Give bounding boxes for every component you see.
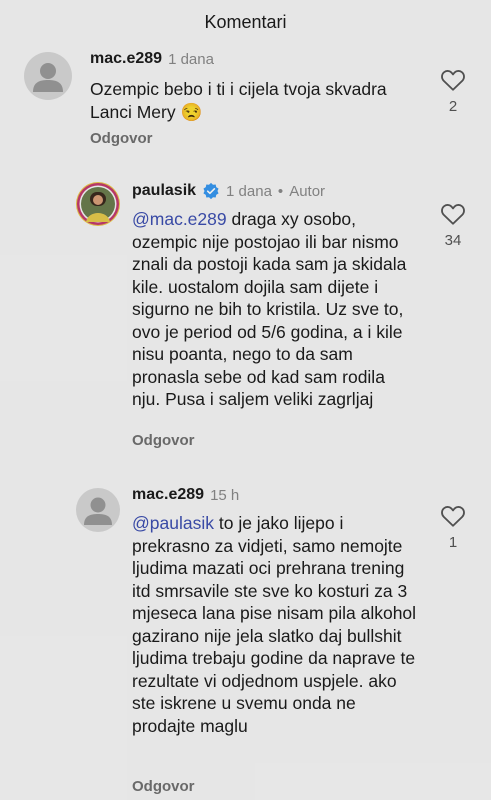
comment-text: @paulasik to je jako lijepo i prekrasno … bbox=[132, 513, 417, 736]
comment-text: Ozempic bebo i ti i cijela tvoja skvadra… bbox=[90, 79, 387, 122]
reply-button[interactable]: Odgovor bbox=[132, 432, 195, 449]
timestamp: 15 h bbox=[210, 486, 240, 504]
username[interactable]: paulasik bbox=[132, 182, 196, 200]
timestamp: 1 dana bbox=[168, 50, 214, 68]
heart-icon bbox=[441, 506, 465, 527]
comment-text: @mac.e289 draga xy osobo, ozempic nije p… bbox=[132, 209, 407, 409]
avatar[interactable] bbox=[76, 488, 120, 532]
username[interactable]: mac.e289 bbox=[90, 50, 162, 68]
mention-link[interactable]: @mac.e289 bbox=[132, 209, 227, 229]
reply-button[interactable]: Odgovor bbox=[90, 130, 153, 147]
avatar[interactable] bbox=[76, 182, 120, 226]
like-button[interactable]: 34 bbox=[438, 202, 468, 249]
heart-icon bbox=[441, 70, 465, 91]
author-label: Autor bbox=[289, 182, 326, 200]
avatar[interactable] bbox=[24, 52, 72, 100]
mention-link[interactable]: @paulasik bbox=[132, 513, 214, 533]
reply-button[interactable]: Odgovor bbox=[132, 778, 195, 795]
timestamp: 1 dana bbox=[226, 182, 272, 200]
like-count: 1 bbox=[448, 534, 458, 551]
like-button[interactable]: 1 bbox=[438, 504, 468, 551]
verified-badge-icon bbox=[203, 182, 219, 200]
comment-1: mac.e289 1 dana Ozempic bebo i ti i cije… bbox=[0, 0, 491, 170]
comment-3: mac.e289 15 h @paulasik to je jako lijep… bbox=[0, 480, 491, 800]
separator-dot: • bbox=[277, 182, 284, 200]
like-count: 34 bbox=[444, 232, 462, 249]
like-count: 2 bbox=[448, 98, 458, 115]
heart-icon bbox=[441, 204, 465, 225]
username[interactable]: mac.e289 bbox=[132, 486, 204, 504]
comment-2: paulasik 1 dana • Autor @mac.e289 draga … bbox=[0, 170, 491, 480]
like-button[interactable]: 2 bbox=[438, 68, 468, 115]
